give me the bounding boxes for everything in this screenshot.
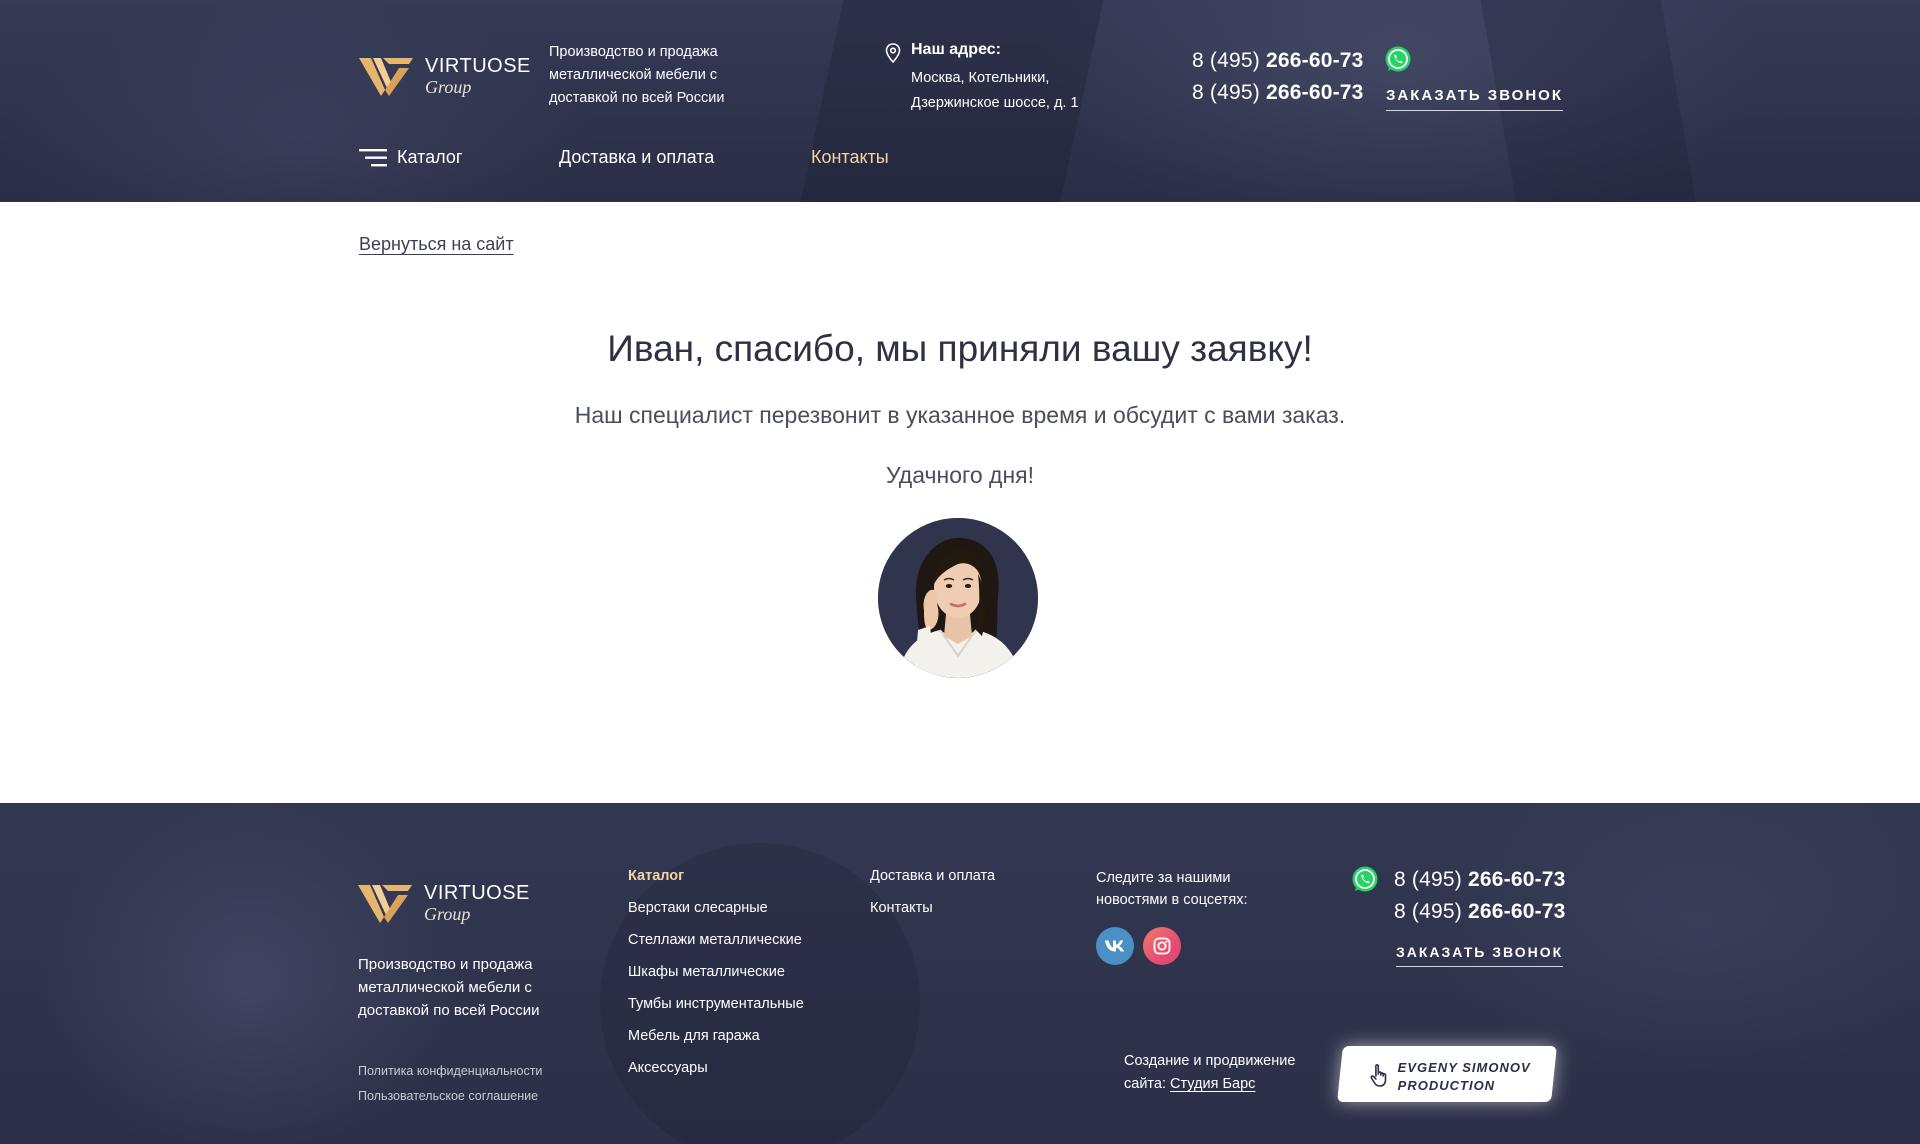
footer-logo[interactable]: VIRTUOSE Group bbox=[358, 883, 530, 923]
phone-prefix: 8 (495) bbox=[1394, 900, 1468, 923]
social-caption: Следите за нашими новостями в соцсетях: bbox=[1096, 870, 1248, 908]
developer-badge[interactable]: EVGENY SIMONOV PRODUCTION bbox=[1337, 1046, 1557, 1102]
phone-number: 266-60-73 bbox=[1265, 81, 1364, 104]
logo-text: VIRTUOSE bbox=[425, 55, 531, 77]
footer-catalog-item[interactable]: Мебель для гаража bbox=[628, 1028, 760, 1044]
logo-subtext: Group bbox=[425, 77, 472, 97]
studio-link[interactable]: Студия Барс bbox=[1170, 1076, 1255, 1092]
whatsapp-icon[interactable] bbox=[1384, 45, 1412, 73]
vk-button[interactable] bbox=[1096, 927, 1134, 965]
header-phone-2[interactable]: 8 (495) 266-60-73 bbox=[1192, 81, 1364, 105]
footer-catalog-item[interactable]: Верстаки слесарные bbox=[628, 900, 768, 916]
user-agreement-link[interactable]: Пользовательское соглашение bbox=[358, 1089, 538, 1103]
back-to-site-link[interactable]: Вернуться на сайт bbox=[359, 234, 514, 255]
thank-you-wish: Удачного дня! bbox=[885, 462, 1035, 488]
logo-subtext: Group bbox=[424, 904, 471, 924]
thank-you-subtitle: Наш специалист перезвонит в указанное вр… bbox=[574, 402, 1346, 428]
vk-icon bbox=[1105, 940, 1125, 952]
nav-catalog[interactable]: Каталог bbox=[397, 147, 462, 168]
header-tagline: Производство и продажа металлической меб… bbox=[549, 44, 725, 106]
location-pin-icon bbox=[885, 43, 901, 63]
nav-contacts[interactable]: Контакты bbox=[811, 147, 889, 168]
header-logo[interactable]: VIRTUOSE Group bbox=[359, 56, 531, 96]
pointer-hand-icon bbox=[1370, 1064, 1387, 1087]
footer-contacts-link[interactable]: Контакты bbox=[870, 900, 933, 916]
logo-text: VIRTUOSE bbox=[424, 882, 530, 904]
footer-delivery-link[interactable]: Доставка и оплата bbox=[870, 868, 995, 884]
phone-number: 266-60-73 bbox=[1467, 900, 1566, 923]
footer-catalog-title[interactable]: Каталог bbox=[628, 868, 684, 884]
manager-photo bbox=[878, 518, 1038, 678]
phone-prefix: 8 (495) bbox=[1192, 49, 1266, 72]
privacy-policy-link[interactable]: Политика конфиденциальности bbox=[358, 1064, 542, 1078]
footer-phone-2[interactable]: 8 (495) 266-60-73 bbox=[1394, 900, 1566, 924]
address-line-2: Дзержинское шоссе, д. 1 bbox=[911, 95, 1079, 111]
phone-prefix: 8 (495) bbox=[1192, 81, 1266, 104]
phone-prefix: 8 (495) bbox=[1394, 868, 1468, 891]
nav-delivery[interactable]: Доставка и оплата bbox=[559, 147, 714, 168]
footer-catalog-item[interactable]: Шкафы металлические bbox=[628, 964, 785, 980]
menu-burger-icon[interactable] bbox=[359, 149, 387, 167]
logo-mark-icon bbox=[358, 885, 412, 923]
instagram-button[interactable] bbox=[1143, 927, 1181, 965]
developer-name-2: PRODUCTION bbox=[1397, 1078, 1496, 1093]
phone-number: 266-60-73 bbox=[1265, 49, 1364, 72]
site-footer bbox=[0, 803, 1920, 1144]
instagram-icon bbox=[1153, 937, 1171, 955]
manager-avatar bbox=[878, 518, 1038, 678]
header-phone-1[interactable]: 8 (495) 266-60-73 bbox=[1192, 49, 1364, 73]
footer-callback-button[interactable]: ЗАКАЗАТЬ ЗВОНОК bbox=[1396, 944, 1564, 967]
address-label: Наш адрес: bbox=[911, 41, 1001, 58]
footer-catalog-item[interactable]: Тумбы инструментальные bbox=[628, 996, 804, 1012]
address-line-1: Москва, Котельники, bbox=[911, 70, 1050, 86]
whatsapp-icon[interactable] bbox=[1351, 865, 1379, 893]
footer-phone-1[interactable]: 8 (495) 266-60-73 bbox=[1394, 868, 1566, 892]
phone-number: 266-60-73 bbox=[1467, 868, 1566, 891]
thank-you-title: Иван, спасибо, мы приняли вашу заявку! bbox=[607, 328, 1313, 369]
footer-catalog-item[interactable]: Аксессуары bbox=[628, 1060, 708, 1076]
developer-credit: Создание и продвижение сайта: Студия Бар… bbox=[1124, 1050, 1324, 1096]
footer-tagline: Производство и продажа металлической меб… bbox=[358, 956, 540, 1019]
logo-mark-icon bbox=[359, 58, 413, 96]
developer-name: EVGENY SIMONOV bbox=[1397, 1060, 1531, 1075]
footer-catalog-item[interactable]: Стеллажи металлические bbox=[628, 932, 802, 948]
header-callback-button[interactable]: ЗАКАЗАТЬ ЗВОНОК bbox=[1386, 87, 1563, 111]
